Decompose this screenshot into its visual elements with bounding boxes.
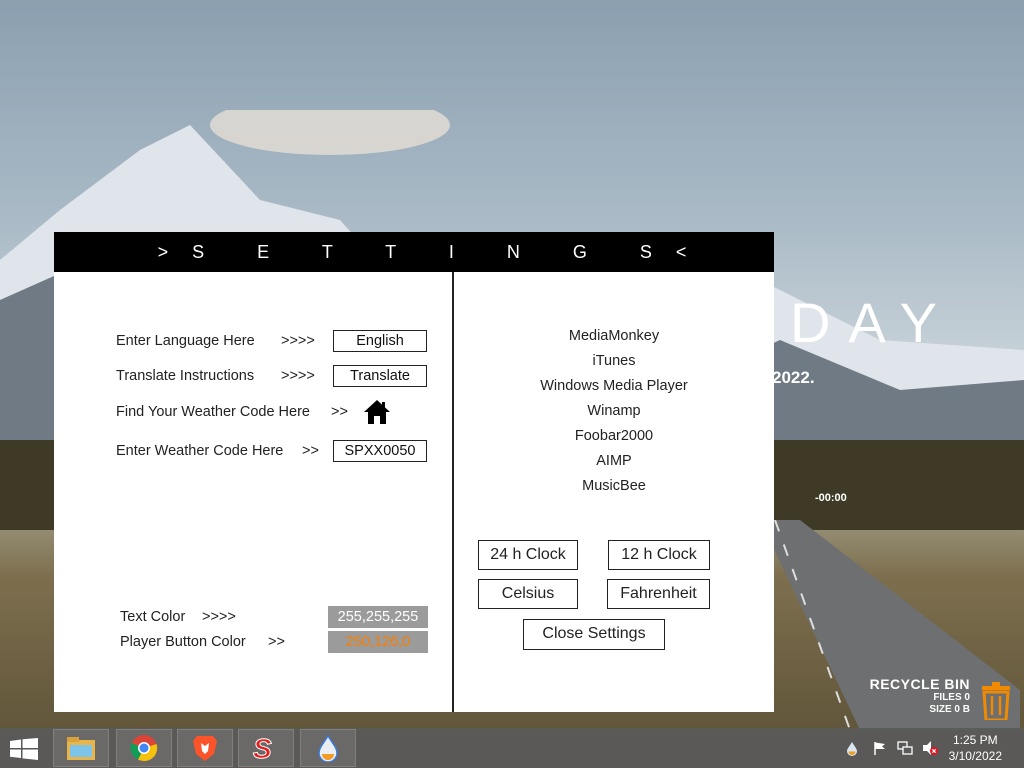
taskbar-date: 3/10/2022 xyxy=(948,749,1002,763)
recycle-bin-widget[interactable]: RECYCLE BIN FILES 0 SIZE 0 B xyxy=(870,676,1012,720)
player-option-musicbee[interactable]: MusicBee xyxy=(454,474,774,499)
desktop-widget-time: -00:00 xyxy=(815,492,847,504)
svg-text:S: S xyxy=(253,734,272,762)
s-app-icon: S xyxy=(253,734,273,762)
weather-code-arrow: >> xyxy=(302,443,319,459)
language-input[interactable]: English xyxy=(333,330,427,352)
taskbar-droplet-app[interactable] xyxy=(300,729,356,767)
language-label: Enter Language Here xyxy=(116,333,255,349)
taskbar-chrome[interactable] xyxy=(116,729,172,767)
text-color-arrow: >>>> xyxy=(202,609,236,625)
player-option-aimp[interactable]: AIMP xyxy=(454,449,774,474)
close-settings-button[interactable]: Close Settings xyxy=(523,619,665,650)
weather-code-row: Enter Weather Code Here SPXX0050 xyxy=(116,440,427,462)
network-icon[interactable] xyxy=(897,740,913,756)
player-option-mediamonkey[interactable]: MediaMonkey xyxy=(454,324,774,349)
chrome-icon xyxy=(130,735,158,762)
celsius-button[interactable]: Celsius xyxy=(478,579,578,609)
player-button-color-input[interactable]: 250,126,0 xyxy=(328,631,428,653)
text-color-row: Text Color >>>> 255,255,255 xyxy=(120,606,428,628)
translate-arrow: >>>> xyxy=(281,368,315,384)
volume-muted-icon[interactable] xyxy=(922,740,938,756)
desktop-widget-word: DAY xyxy=(790,291,955,354)
translate-row: Translate Instructions >>>> Translate xyxy=(116,365,427,387)
settings-title: >S E T T I N G S< xyxy=(54,232,774,272)
weather-find-arrow: >> xyxy=(331,404,348,420)
brave-icon xyxy=(193,736,217,761)
taskbar: S 1:25 PM 3/10/2022 xyxy=(0,728,1024,768)
player-option-itunes[interactable]: iTunes xyxy=(454,349,774,374)
settings-window: >S E T T I N G S< Enter Language Here >>… xyxy=(54,232,774,712)
text-color-input[interactable]: 255,255,255 xyxy=(328,606,428,628)
home-icon[interactable] xyxy=(363,399,391,425)
weather-find-row: Find Your Weather Code Here >> xyxy=(116,399,391,425)
taskbar-file-explorer[interactable] xyxy=(53,729,109,767)
weather-code-label: Enter Weather Code Here xyxy=(116,443,284,459)
clock-12h-button[interactable]: 12 h Clock xyxy=(608,540,710,570)
player-button-color-row: Player Button Color >> 250,126,0 xyxy=(120,631,428,653)
player-option-foobar2000[interactable]: Foobar2000 xyxy=(454,424,774,449)
taskbar-brave[interactable] xyxy=(177,729,233,767)
text-color-label: Text Color xyxy=(120,609,186,625)
action-center-flag-icon[interactable] xyxy=(872,740,888,756)
windows-start-icon[interactable] xyxy=(10,738,38,760)
droplet-tray-icon[interactable] xyxy=(844,740,860,756)
player-option-windows-media-player[interactable]: Windows Media Player xyxy=(454,374,774,399)
file-explorer-icon xyxy=(67,737,95,760)
desktop-widget-date: 2022. xyxy=(772,368,815,387)
weather-find-label: Find Your Weather Code Here xyxy=(116,404,310,420)
trash-icon xyxy=(982,682,1010,720)
player-list: MediaMonkey iTunes Windows Media Player … xyxy=(454,324,774,499)
player-button-color-arrow: >> xyxy=(268,634,285,650)
taskbar-time: 1:25 PM xyxy=(952,733,998,747)
player-button-color-label: Player Button Color xyxy=(120,634,246,650)
language-arrow: >>>> xyxy=(281,333,315,349)
player-option-winamp[interactable]: Winamp xyxy=(454,399,774,424)
taskbar-s-app[interactable]: S xyxy=(238,729,294,767)
droplet-app-icon xyxy=(318,734,338,762)
clock-24h-button[interactable]: 24 h Clock xyxy=(478,540,578,570)
weather-code-input[interactable]: SPXX0050 xyxy=(333,440,427,462)
language-row: Enter Language Here >>>> English xyxy=(116,330,427,352)
taskbar-clock[interactable]: 1:25 PM 3/10/2022 xyxy=(949,732,1002,764)
fahrenheit-button[interactable]: Fahrenheit xyxy=(607,579,710,609)
translate-button[interactable]: Translate xyxy=(333,365,427,387)
translate-label: Translate Instructions xyxy=(116,368,255,384)
